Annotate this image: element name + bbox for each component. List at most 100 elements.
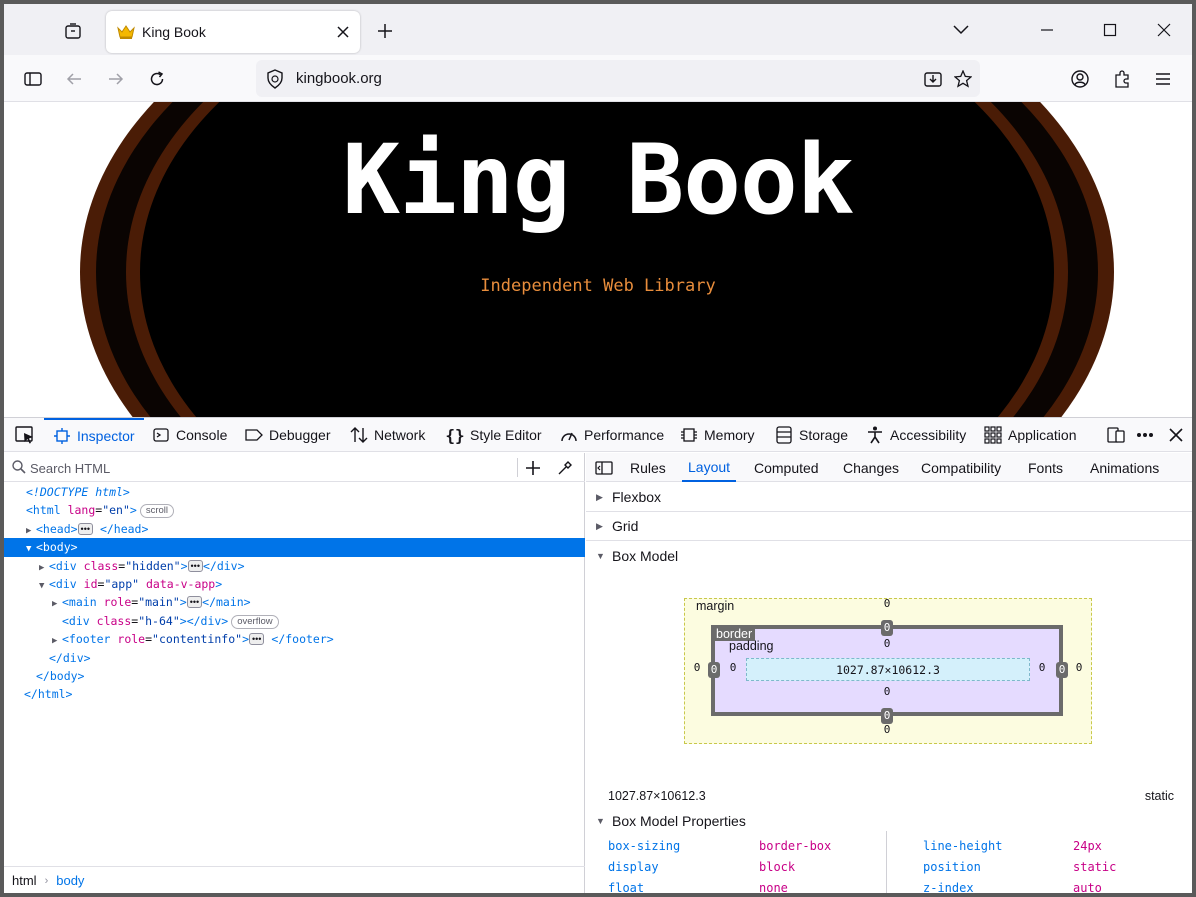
tree-node-body-close[interactable]: </body> — [4, 667, 585, 685]
browser-tab[interactable]: King Book — [106, 11, 360, 53]
property-value[interactable]: auto — [1073, 878, 1102, 893]
tab-changes[interactable]: Changes — [843, 453, 899, 482]
property-value[interactable]: static — [1073, 857, 1116, 878]
sidebar-tabs: Rules Layout Computed Changes Compatibil… — [586, 453, 1192, 482]
tab-application[interactable]: Application — [984, 418, 1077, 452]
extensions-button[interactable] — [1107, 64, 1137, 94]
box-model-content[interactable]: 1027.87×10612.3 — [746, 658, 1030, 681]
toggle-pane-button[interactable] — [593, 453, 615, 482]
close-devtools-button[interactable] — [1165, 418, 1187, 452]
save-page-button[interactable] — [918, 64, 948, 94]
overflow-badge[interactable]: overflow — [231, 614, 279, 629]
tab-debugger[interactable]: Debugger — [245, 418, 331, 452]
margin-right-value[interactable]: 0 — [1072, 661, 1086, 674]
forward-button[interactable] — [101, 64, 131, 94]
breadcrumb-html[interactable]: html — [12, 873, 37, 888]
close-tab-button[interactable] — [332, 21, 354, 43]
padding-bottom-value[interactable]: 0 — [880, 685, 894, 698]
ellipsis-badge[interactable]: ••• — [249, 633, 265, 646]
tab-overview-button[interactable] — [60, 18, 86, 44]
tab-network[interactable]: Network — [350, 418, 425, 452]
padding-right-value[interactable]: 0 — [1035, 661, 1049, 674]
back-button[interactable] — [59, 64, 89, 94]
url-text[interactable]: kingbook.org — [296, 70, 382, 87]
padding-top-value[interactable]: 0 — [880, 637, 894, 650]
property-name: line-height — [923, 839, 1003, 853]
property-value[interactable]: none — [759, 878, 788, 893]
margin-top-value[interactable]: 0 — [880, 597, 894, 610]
tree-node-html[interactable]: <html lang="en"> scroll — [4, 501, 585, 519]
scroll-badge[interactable]: scroll — [139, 504, 175, 519]
tab-compatibility[interactable]: Compatibility — [921, 453, 1001, 482]
tree-node-html-close[interactable]: </html> — [4, 685, 585, 703]
border-top-value[interactable]: 0 — [881, 620, 893, 636]
minimize-button[interactable] — [1032, 16, 1062, 44]
padding-left-value[interactable]: 0 — [726, 661, 740, 674]
list-all-tabs-button[interactable] — [946, 16, 976, 44]
section-grid[interactable]: ▶ Grid — [586, 512, 1192, 541]
responsive-design-button[interactable] — [1105, 418, 1127, 452]
create-node-button[interactable] — [522, 457, 544, 479]
box-model-properties-header[interactable]: ▼ Box Model Properties — [596, 813, 746, 829]
eyedropper-button[interactable] — [554, 457, 576, 479]
eyedropper-icon — [558, 461, 572, 475]
close-icon — [337, 26, 349, 38]
tree-node-div-app[interactable]: ▼ <div id="app" data-v-app> — [4, 575, 585, 593]
tab-layout[interactable]: Layout — [682, 453, 737, 482]
tab-console[interactable]: Console — [152, 418, 227, 452]
tab-performance[interactable]: Performance — [560, 418, 664, 452]
divider — [517, 458, 518, 477]
more-options-button[interactable] — [1134, 418, 1156, 452]
tab-storage[interactable]: Storage — [775, 418, 848, 452]
border-right-value[interactable]: 0 — [1056, 662, 1068, 678]
new-tab-button[interactable] — [372, 18, 398, 44]
border-bottom-value[interactable]: 0 — [881, 708, 893, 724]
tab-fonts[interactable]: Fonts — [1028, 453, 1063, 482]
tab-inspector[interactable]: Inspector — [44, 418, 144, 452]
tree-node-div-h64[interactable]: <div class="h-64"></div> overflow — [4, 612, 585, 630]
ellipsis-badge[interactable]: ••• — [187, 559, 203, 572]
property-value[interactable]: 24px — [1073, 836, 1102, 857]
tree-node-body[interactable]: ▼ <body> — [4, 538, 585, 557]
tree-node-doctype[interactable]: <!DOCTYPE html> — [4, 483, 585, 501]
property-value[interactable]: border-box — [759, 836, 831, 857]
shield-icon[interactable] — [264, 68, 286, 90]
margin-bottom-value[interactable]: 0 — [880, 723, 894, 736]
sidebar-toggle-button[interactable] — [18, 64, 48, 94]
breadcrumb-body[interactable]: body — [56, 873, 84, 888]
address-bar[interactable]: kingbook.org — [256, 60, 980, 97]
tree-node-div-hidden[interactable]: ▶ <div class="hidden"> ••• </div> — [4, 557, 585, 575]
page-viewport: King Book Independent Web Library — [4, 102, 1192, 417]
tab-rules[interactable]: Rules — [630, 453, 666, 482]
element-position: static — [1144, 789, 1174, 803]
tab-memory[interactable]: Memory — [680, 418, 755, 452]
ellipsis-badge[interactable]: ••• — [186, 596, 203, 609]
maximize-button[interactable] — [1095, 16, 1125, 44]
tree-node-main[interactable]: ▶ <main role="main"> ••• </main> — [4, 593, 585, 611]
tab-animations[interactable]: Animations — [1090, 453, 1159, 482]
tab-strip: King Book — [4, 4, 1192, 55]
property-name: box-sizing — [608, 839, 681, 853]
tree-node-head[interactable]: ▶ <head> ••• </head> — [4, 520, 585, 538]
tab-style-editor[interactable]: {} Style Editor — [445, 418, 541, 452]
search-html-input[interactable] — [30, 458, 500, 478]
tab-computed[interactable]: Computed — [754, 453, 819, 482]
bookmark-button[interactable] — [948, 64, 978, 94]
network-icon — [350, 426, 368, 444]
section-box-model[interactable]: ▼ Box Model — [586, 541, 1192, 570]
margin-left-value[interactable]: 0 — [690, 661, 704, 674]
close-window-button[interactable] — [1149, 16, 1179, 44]
border-left-value[interactable]: 0 — [708, 662, 720, 678]
element-picker-button[interactable] — [12, 418, 38, 452]
account-button[interactable] — [1065, 64, 1095, 94]
tab-accessibility[interactable]: Accessibility — [866, 418, 966, 452]
section-flexbox[interactable]: ▶ Flexbox — [586, 483, 1192, 512]
tab-label: Accessibility — [890, 427, 967, 443]
ellipsis-badge[interactable]: ••• — [77, 522, 93, 535]
tree-node-div-close[interactable]: </div> — [4, 649, 585, 667]
property-value[interactable]: block — [759, 857, 795, 878]
reload-button[interactable] — [142, 64, 172, 94]
menu-button[interactable] — [1148, 64, 1178, 94]
tree-node-footer[interactable]: ▶ <footer role="contentinfo"> ••• </footer… — [4, 630, 585, 648]
tab-label: Performance — [584, 427, 665, 443]
